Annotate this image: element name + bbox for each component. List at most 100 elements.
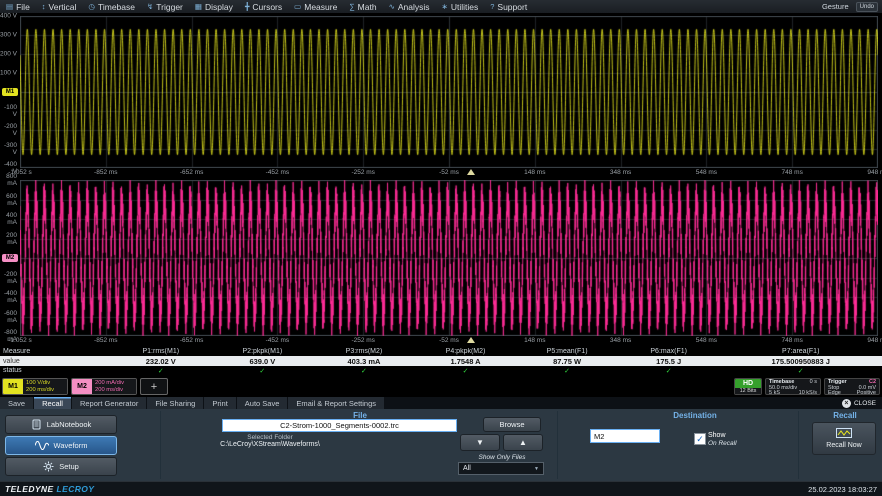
- menu-item-trigger[interactable]: ↯Trigger: [141, 0, 189, 13]
- x-axis-label: -852 ms: [94, 337, 117, 344]
- tab-recall[interactable]: Recall: [34, 397, 71, 409]
- timebase-descriptor[interactable]: Timebase0 s 50.0 ms/div 5 kS10 kS/s: [765, 378, 821, 395]
- measure-header-p4[interactable]: P4:pkpk(M2): [415, 348, 517, 355]
- dialog-close-button[interactable]: × CLOSE: [842, 397, 882, 409]
- x-axis-label: 748 ms: [782, 169, 803, 176]
- chevron-down-icon: ▼: [534, 466, 539, 472]
- x-axis-label: 548 ms: [696, 337, 717, 344]
- browse-button[interactable]: Browse: [483, 417, 541, 432]
- section-divider: [798, 411, 799, 479]
- measure-header-p2[interactable]: P2:pkpk(M1): [212, 348, 314, 355]
- menu-item-cursors[interactable]: ╋Cursors: [239, 0, 288, 13]
- section-divider: [557, 411, 558, 479]
- x-axis-label: 148 ms: [524, 337, 545, 344]
- menu-item-timebase[interactable]: ◷Timebase: [82, 0, 141, 13]
- trace-zero-marker-m2[interactable]: M2: [2, 254, 18, 262]
- measure-value-p1: 232.02 V: [110, 357, 212, 366]
- y-axis-label: -600 mA: [0, 310, 17, 324]
- gesture-label[interactable]: Gesture: [822, 2, 849, 11]
- measure-status-row: status ✓✓✓✓✓✓✓: [0, 366, 882, 375]
- trigger-position-marker[interactable]: [467, 337, 475, 343]
- trace-zero-marker-m1[interactable]: M1: [2, 88, 18, 96]
- m1-descriptor-body: 100 V/div 200 ms/div: [23, 379, 67, 394]
- trace-descriptor-m1[interactable]: M1 100 V/div 200 ms/div: [2, 378, 68, 395]
- menu-item-vertical[interactable]: ↕Vertical: [36, 0, 83, 13]
- hd-badge[interactable]: HD 12 Bits: [734, 378, 762, 395]
- x-axis-label: -852 ms: [94, 169, 117, 176]
- x-axis-label: 348 ms: [610, 169, 631, 176]
- menu-item-label: Vertical: [49, 2, 77, 12]
- selected-folder-path: C:\LeCroy\XStream\Waveforms\: [180, 441, 360, 448]
- current-grid-canvas[interactable]: [20, 180, 878, 336]
- scroll-up-button[interactable]: ▲: [503, 434, 543, 451]
- measure-value-p3: 403.3 mA: [313, 357, 415, 366]
- measure-header-p6[interactable]: P6:max(F1): [618, 348, 720, 355]
- menu-bar: ▤File↕Vertical◷Timebase↯Trigger▦Display╋…: [0, 0, 882, 14]
- voltage-grid-canvas[interactable]: [20, 16, 878, 168]
- menu-item-support[interactable]: ?Support: [484, 0, 533, 13]
- measure-status-p2: ✓: [212, 367, 314, 375]
- value-row-label: value: [0, 358, 110, 365]
- show-on-recall-checkbox[interactable]: ✓: [694, 433, 706, 445]
- sidebar-waveform-button[interactable]: Waveform: [5, 436, 117, 455]
- tab-auto-save[interactable]: Auto Save: [237, 397, 288, 409]
- file-filter-dropdown[interactable]: All ▼: [458, 462, 544, 475]
- menu-item-analysis[interactable]: ∿Analysis: [383, 0, 436, 13]
- measure-header-p5[interactable]: P5:mean(F1): [516, 348, 618, 355]
- setup-icon: [43, 461, 54, 472]
- sidebar-labnotebook-button[interactable]: LabNotebook: [5, 415, 117, 434]
- support-icon: ?: [490, 3, 494, 11]
- add-trace-button[interactable]: +: [140, 378, 168, 395]
- menu-item-measure[interactable]: ▭Measure: [288, 0, 343, 13]
- x-axis-label: -652 ms: [180, 337, 203, 344]
- menu-item-label: Trigger: [156, 2, 183, 12]
- menu-items: ▤File↕Vertical◷Timebase↯Trigger▦Display╋…: [0, 0, 533, 13]
- tab-save[interactable]: Save: [0, 397, 33, 409]
- trace-descriptor-m2[interactable]: M2 200 mA/div 200 ms/div: [71, 378, 137, 395]
- menu-item-math[interactable]: ∑Math: [343, 0, 382, 13]
- y-axis-label: -100 V: [0, 104, 17, 118]
- tab-email-report-settings[interactable]: Email & Report Settings: [288, 397, 384, 409]
- measure-header-p7[interactable]: P7:area(F1): [719, 348, 882, 355]
- trigger-position-marker[interactable]: [467, 169, 475, 175]
- measure-value-p5: 87.75 W: [516, 357, 618, 366]
- x-axis-label: 348 ms: [610, 337, 631, 344]
- menu-item-display[interactable]: ▦Display: [189, 0, 239, 13]
- section-divider: [160, 411, 161, 479]
- x-axis-label: 948 ms: [867, 169, 882, 176]
- tab-print[interactable]: Print: [204, 397, 235, 409]
- tab-file-sharing[interactable]: File Sharing: [147, 397, 203, 409]
- dialog-tabs: SaveRecallReport GeneratorFile SharingPr…: [0, 397, 385, 409]
- on-recall-label: On Recall: [708, 440, 737, 447]
- destination-input[interactable]: [590, 429, 660, 443]
- menu-item-file[interactable]: ▤File: [0, 0, 36, 13]
- measure-header-p1[interactable]: P1:rms(M1): [110, 348, 212, 355]
- filename-input[interactable]: [222, 419, 457, 432]
- y-axis-label: -400 mA: [0, 290, 17, 304]
- trigger-descriptor[interactable]: TriggerC2 Stop0.0 mV EdgePositive: [824, 378, 880, 395]
- vertical-icon: ↕: [42, 3, 46, 11]
- x-axis-label: -652 ms: [180, 169, 203, 176]
- y-axis-label: 600 mA: [0, 193, 17, 207]
- y-axis-label: 100 V: [0, 70, 17, 77]
- x-axis-label: -452 ms: [266, 337, 289, 344]
- labnotebook-icon: [31, 419, 42, 430]
- math-icon: ∑: [349, 3, 354, 11]
- tab-report-generator[interactable]: Report Generator: [72, 397, 146, 409]
- dialog-tab-bar: SaveRecallReport GeneratorFile SharingPr…: [0, 397, 882, 409]
- menu-item-utilities[interactable]: ∗Utilities: [436, 0, 485, 13]
- sidebar-setup-button[interactable]: Setup: [5, 457, 117, 476]
- destination-section-title: Destination: [655, 411, 735, 420]
- menu-item-label: Timebase: [98, 2, 135, 12]
- bits-label: 12 Bits: [735, 388, 761, 395]
- scroll-down-button[interactable]: ▼: [460, 434, 500, 451]
- recall-now-button[interactable]: Recall Now: [812, 422, 876, 455]
- menu-item-label: Analysis: [398, 2, 430, 12]
- check-icon: ✓: [696, 435, 704, 444]
- recall-now-label: Recall Now: [826, 442, 861, 449]
- undo-button[interactable]: Undo: [856, 2, 878, 12]
- measure-status-p1: ✓: [110, 367, 212, 375]
- timebase-icon: ◷: [88, 3, 95, 11]
- recall-panel: File Browse Selected Folder C:\LeCroy\XS…: [0, 409, 882, 481]
- measure-header-p3[interactable]: P3:rms(M2): [313, 348, 415, 355]
